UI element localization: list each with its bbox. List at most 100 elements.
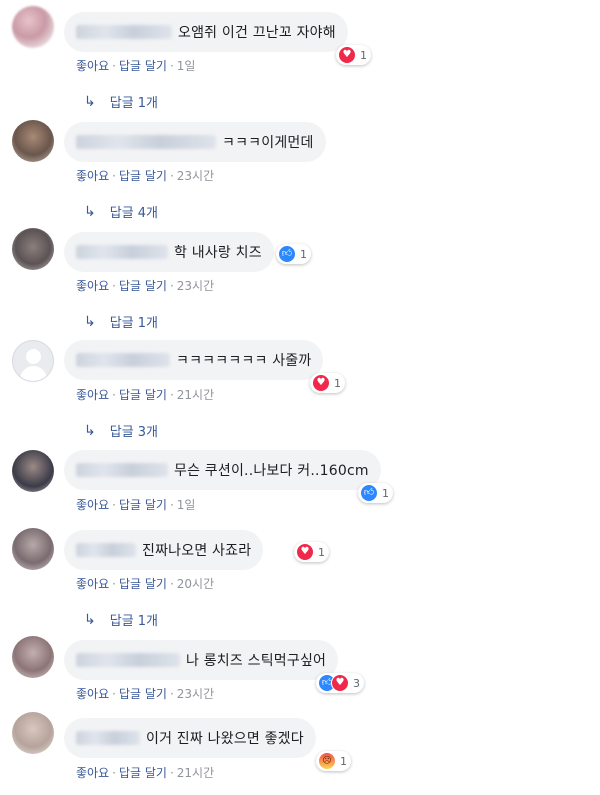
avatar[interactable] [12, 450, 54, 492]
author-name[interactable] [76, 245, 168, 259]
reply-arrow-icon: ↳ [84, 422, 96, 439]
author-name[interactable] [76, 135, 216, 149]
comment-actions: 좋아요 · 답글 달기 · 21시간 [76, 388, 215, 402]
comment-bubble: ㅋㅋㅋ이게먼데 [64, 122, 326, 162]
reply-link[interactable]: 답글 달기 [119, 279, 167, 293]
like-link[interactable]: 좋아요 [76, 577, 109, 591]
timestamp[interactable]: 23시간 [177, 687, 214, 701]
reply-arrow-icon: ↳ [84, 611, 96, 628]
reaction-summary[interactable]: 👍︎ ♥ 3 [316, 673, 364, 693]
comment-text: 학 내사랑 치즈 [174, 245, 262, 261]
like-link[interactable]: 좋아요 [76, 388, 109, 402]
comment-text: 나 롱치즈 스틱먹구싶어 [186, 653, 327, 669]
heart-icon: ♥ [331, 674, 349, 692]
reply-link[interactable]: 답글 달기 [119, 169, 167, 183]
author-name[interactable] [76, 731, 140, 745]
reaction-summary[interactable]: ☹ 1 [316, 751, 351, 771]
like-link[interactable]: 좋아요 [76, 687, 109, 701]
author-name[interactable] [76, 653, 180, 667]
reaction-count: 1 [318, 545, 325, 559]
view-replies-link[interactable]: ↳ 답글 1개 [84, 312, 159, 332]
comment-actions: 좋아요 · 답글 달기 · 23시간 [76, 687, 215, 701]
view-replies-link[interactable]: ↳ 답글 4개 [84, 202, 159, 222]
reply-link[interactable]: 답글 달기 [119, 577, 167, 591]
reaction-summary[interactable]: 👍︎ 1 [358, 483, 393, 503]
timestamp[interactable]: 21시간 [177, 388, 214, 402]
reaction-count: 1 [340, 754, 347, 768]
comment-text: ㅋㅋㅋㅋㅋㅋㅋ 사줄까 [176, 353, 312, 369]
author-name[interactable] [76, 543, 136, 557]
author-name[interactable] [76, 25, 172, 39]
timestamp[interactable]: 23시간 [177, 169, 214, 183]
comment-bubble: 나 롱치즈 스틱먹구싶어 [64, 640, 339, 680]
replies-count: 답글 4개 [109, 206, 159, 221]
reaction-summary[interactable]: ♥ 1 [336, 45, 371, 65]
view-replies-link[interactable]: ↳ 답글 3개 [84, 421, 159, 441]
replies-count: 답글 3개 [109, 425, 159, 440]
like-link[interactable]: 좋아요 [76, 59, 109, 73]
view-replies-link[interactable]: ↳ 답글 1개 [84, 92, 159, 112]
heart-icon: ♥ [296, 543, 314, 561]
reaction-count: 1 [334, 376, 341, 390]
timestamp[interactable]: 23시간 [177, 279, 214, 293]
reply-link[interactable]: 답글 달기 [119, 59, 167, 73]
like-link[interactable]: 좋아요 [76, 169, 109, 183]
reaction-count: 1 [360, 48, 367, 62]
reaction-count: 1 [382, 486, 389, 500]
replies-count: 답글 1개 [109, 96, 159, 111]
reaction-count: 1 [300, 247, 307, 261]
reply-arrow-icon: ↳ [84, 203, 96, 220]
author-name[interactable] [76, 353, 170, 367]
like-link[interactable]: 좋아요 [76, 498, 109, 512]
reply-arrow-icon: ↳ [84, 93, 96, 110]
comment-bubble: 무슨 쿠션이..나보다 커..160cm [64, 450, 381, 490]
comment-actions: 좋아요 · 답글 달기 · 1일 [76, 59, 196, 73]
default-avatar-icon[interactable] [12, 340, 54, 382]
replies-count: 답글 1개 [109, 614, 159, 629]
comment-actions: 좋아요 · 답글 달기 · 21시간 [76, 766, 215, 780]
timestamp[interactable]: 1일 [177, 498, 196, 512]
avatar[interactable] [12, 528, 54, 570]
comment-bubble: ㅋㅋㅋㅋㅋㅋㅋ 사줄까 [64, 340, 324, 380]
heart-icon: ♥ [338, 46, 356, 64]
reply-link[interactable]: 답글 달기 [119, 687, 167, 701]
reaction-summary[interactable]: ♥ 1 [294, 542, 329, 562]
reply-link[interactable]: 답글 달기 [119, 766, 167, 780]
reaction-summary[interactable]: ♥ 1 [310, 373, 345, 393]
comment-text: ㅋㅋㅋ이게먼데 [222, 135, 314, 151]
thumbs-up-icon: 👍︎ [360, 484, 378, 502]
reaction-summary[interactable]: 👍︎ 1 [276, 244, 311, 264]
avatar[interactable] [12, 120, 54, 162]
comment-actions: 좋아요 · 답글 달기 · 23시간 [76, 169, 215, 183]
avatar[interactable] [12, 636, 54, 678]
angry-face-icon: ☹ [318, 752, 336, 770]
reply-link[interactable]: 답글 달기 [119, 498, 167, 512]
timestamp[interactable]: 20시간 [177, 577, 214, 591]
comment-text: 진짜나오면 사죠라 [142, 543, 252, 559]
author-name[interactable] [76, 463, 168, 477]
comment-bubble: 학 내사랑 치즈 [64, 232, 274, 272]
timestamp[interactable]: 21시간 [177, 766, 214, 780]
comment-bubble: 진짜나오면 사죠라 [64, 530, 264, 570]
timestamp[interactable]: 1일 [177, 59, 196, 73]
reply-arrow-icon: ↳ [84, 313, 96, 330]
avatar[interactable] [12, 6, 54, 48]
thumbs-up-icon: 👍︎ [278, 245, 296, 263]
comment-actions: 좋아요 · 답글 달기 · 20시간 [76, 577, 215, 591]
comment-bubble: 오앰쥐 이건 끄난꼬 자야해 [64, 12, 348, 52]
heart-icon: ♥ [312, 374, 330, 392]
comment-text: 이거 진짜 나왔으면 좋겠다 [146, 731, 304, 747]
like-link[interactable]: 좋아요 [76, 766, 109, 780]
reaction-count: 3 [353, 676, 360, 690]
comment-bubble: 이거 진짜 나왔으면 좋겠다 [64, 718, 316, 758]
avatar[interactable] [12, 712, 54, 754]
avatar[interactable] [12, 228, 54, 270]
view-replies-link[interactable]: ↳ 답글 1개 [84, 610, 159, 630]
comment-text: 오앰쥐 이건 끄난꼬 자야해 [178, 25, 336, 41]
reply-link[interactable]: 답글 달기 [119, 388, 167, 402]
comment-actions: 좋아요 · 답글 달기 · 23시간 [76, 279, 215, 293]
comment-actions: 좋아요 · 답글 달기 · 1일 [76, 498, 196, 512]
replies-count: 답글 1개 [109, 316, 159, 331]
comment-text: 무슨 쿠션이..나보다 커..160cm [174, 463, 369, 479]
like-link[interactable]: 좋아요 [76, 279, 109, 293]
